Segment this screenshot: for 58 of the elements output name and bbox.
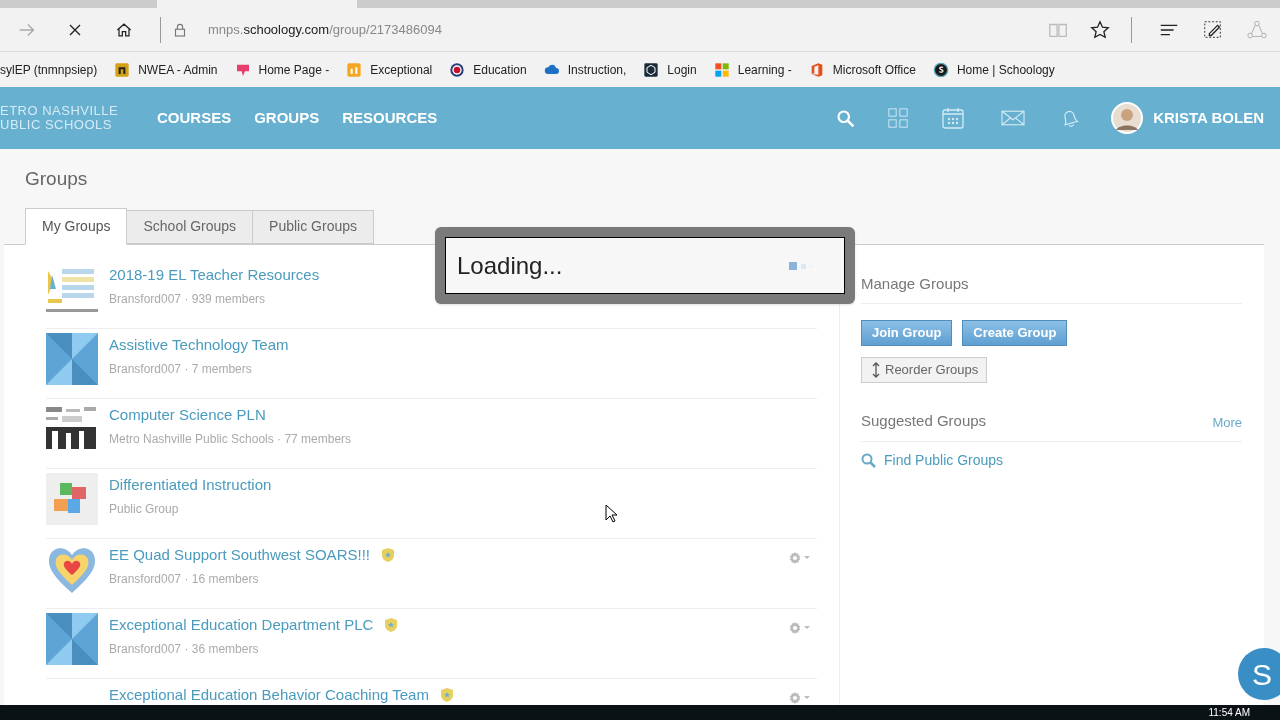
bookmark-link[interactable]: sylEP (tnmnpsiep) <box>0 60 98 79</box>
reorder-button[interactable]: Reorder Groups <box>861 357 988 383</box>
clock-text: 11:54 AM <box>1208 706 1250 719</box>
group-meta: Bransford007 · 7 members <box>109 361 253 378</box>
group-meta: Bransford007 · 16 members <box>109 571 260 588</box>
group-link[interactable]: Assistive Technology Team <box>109 333 289 356</box>
bookmark-link[interactable]: Home Page - <box>258 60 330 79</box>
search-icon <box>861 452 876 468</box>
loading-spinner-icon <box>789 260 813 271</box>
web-note-icon[interactable] <box>1202 18 1224 41</box>
bookmark-logo-icon[interactable] <box>932 61 949 78</box>
bookmark-link[interactable]: Login <box>667 60 697 79</box>
page-title: Groups <box>25 167 89 191</box>
logo-text[interactable]: ETRO NASHVILLE <box>0 104 134 118</box>
tab[interactable]: Public Groups <box>253 209 374 244</box>
address-field[interactable]: mnps.schoology.com/group/2173486094 <box>208 19 442 40</box>
loading-text: Loading... <box>457 250 563 281</box>
calendar-icon[interactable] <box>941 106 966 130</box>
cursor-icon <box>605 504 619 524</box>
nav-link[interactable]: GROUPS <box>254 106 320 130</box>
group-meta: Bransford007 · 36 members <box>109 641 260 658</box>
group-link[interactable]: Differentiated Instruction <box>109 473 272 496</box>
section-heading: Manage Groups <box>861 272 1242 304</box>
bookmark-link[interactable]: NWEA - Admin <box>138 60 218 79</box>
bookmark-link[interactable]: Education <box>473 60 527 79</box>
windows-logo-icon[interactable] <box>713 61 730 78</box>
bookmark-link[interactable]: Home | Schoology <box>956 60 1055 79</box>
bookmark-logo-icon[interactable] <box>114 61 131 78</box>
favorite-star-icon[interactable] <box>1089 18 1111 41</box>
tab[interactable]: My Groups <box>25 207 128 245</box>
group-meta: Bransford007 · 939 members <box>109 291 267 308</box>
bookmark-link[interactable]: Instruction, <box>567 60 627 79</box>
search-icon[interactable] <box>835 107 857 129</box>
more-link[interactable]: More <box>1212 413 1242 433</box>
group-link[interactable]: Exceptional Education Department PLC <box>109 613 374 636</box>
group-link[interactable]: 2018-19 EL Teacher Resources <box>109 263 320 286</box>
group-link[interactable]: EE Quad Support Southwest SOARS!!! <box>109 543 370 566</box>
group-link[interactable]: Computer Science PLN <box>109 403 266 426</box>
share-icon[interactable] <box>1246 18 1268 41</box>
group-link[interactable]: Exceptional Education Behavior Coaching Team <box>109 683 429 705</box>
nav-link[interactable]: RESOURCES <box>342 106 438 130</box>
find-groups-link[interactable]: Find Public Groups <box>884 449 1004 471</box>
logo-text[interactable]: UBLIC SCHOOLS <box>0 118 134 132</box>
tab[interactable]: School Groups <box>127 209 254 244</box>
group-meta: Metro Nashville Public Schools · 77 members <box>109 431 352 448</box>
section-heading: Suggested Groups <box>861 411 987 431</box>
bookmark-seal-icon[interactable] <box>449 61 466 78</box>
bookmark-link[interactable]: Microsoft Office <box>832 60 916 79</box>
nav-link[interactable]: COURSES <box>157 106 232 130</box>
bookmark-logo-icon[interactable] <box>643 61 660 78</box>
user-name[interactable]: KRISTA BOLEN <box>1153 106 1264 130</box>
user-avatar[interactable] <box>1111 102 1144 134</box>
action-button[interactable]: Create Group <box>962 320 1068 346</box>
up-down-arrow-icon <box>870 362 882 378</box>
bookmark-link[interactable]: Exceptional <box>370 60 433 79</box>
bookmark-link[interactable]: Learning - <box>737 60 792 79</box>
group-meta: Public Group <box>109 501 180 518</box>
action-button[interactable]: Join Group <box>861 320 953 346</box>
